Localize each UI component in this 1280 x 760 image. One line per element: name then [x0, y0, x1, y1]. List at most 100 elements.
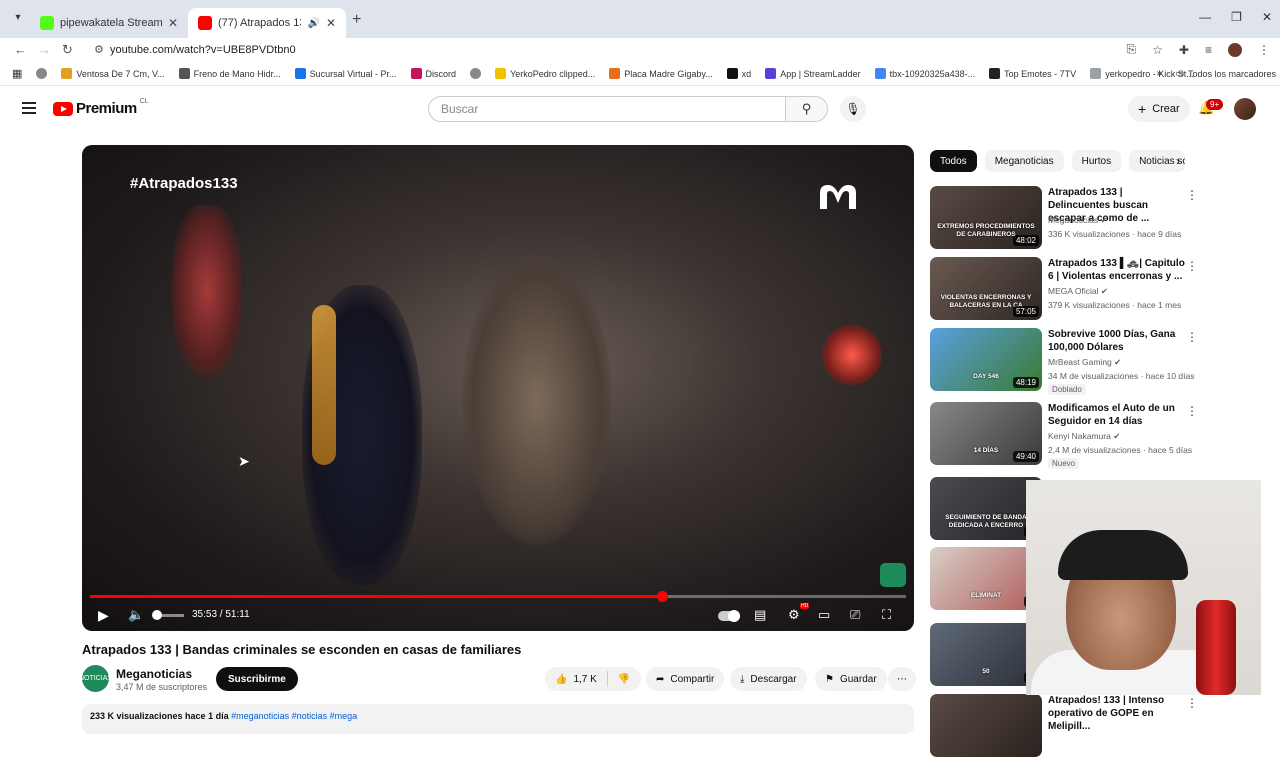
channel-name[interactable]: Meganoticias: [116, 667, 192, 681]
youtube-logo[interactable]: Premium CL: [53, 98, 149, 117]
close-tab-icon[interactable]: ✕: [326, 16, 336, 30]
recommended-video-title[interactable]: Atrapados! 133 | Intenso operativo de GO…: [1048, 694, 1186, 733]
browser-menu-icon[interactable]: ⋮: [1258, 43, 1270, 57]
volume-slider-handle[interactable]: [152, 610, 162, 620]
recommended-video[interactable]: 14 DÍAS 49:40 Modificamos el Auto de un Se…: [930, 402, 1200, 469]
search-input[interactable]: Buscar: [428, 96, 786, 122]
like-thumb-icon[interactable]: 👍: [555, 674, 567, 685]
recommended-video[interactable]: DAY 546 48:19 Sobrevive 1000 Días, Gana 10…: [930, 328, 1200, 395]
browser-tab-youtube[interactable]: (77) Atrapados 133 | Banda 🔊 ✕: [188, 8, 346, 38]
cast-icon[interactable]: ⎚: [850, 607, 860, 623]
bookmark-item[interactable]: Top Emotes - 7TV: [989, 68, 1076, 79]
logo-region: CL: [139, 98, 149, 105]
site-info-icon[interactable]: ⚙: [94, 43, 104, 56]
all-bookmarks[interactable]: ▭ Todos los marcadores: [1175, 68, 1276, 79]
bookmark-item[interactable]: YerkoPedro clipped...: [495, 68, 595, 79]
recommended-channel[interactable]: Kenyi Nakamura ✔: [1048, 431, 1120, 442]
filter-chip[interactable]: Meganoticias: [984, 150, 1064, 172]
bookmark-favicon-icon: [874, 68, 886, 79]
bookmark-favicon-icon: [470, 68, 482, 79]
new-tab-icon[interactable]: +: [352, 11, 361, 29]
close-tab-icon[interactable]: ✕: [168, 16, 178, 30]
create-button[interactable]: + Crear: [1128, 96, 1190, 122]
url-field[interactable]: ⚙ youtube.com/watch?v=UBE8PVDtbn0: [88, 39, 1118, 61]
fullscreen-icon[interactable]: ⛶: [882, 607, 891, 623]
bookmark-item[interactable]: xd: [726, 68, 751, 79]
download-icon: ⤓: [740, 673, 745, 685]
bookmark-item[interactable]: Freno de Mano Hidr...: [178, 68, 281, 79]
channel-avatar[interactable]: NOTICIAS: [79, 665, 112, 692]
recommended-channel[interactable]: MEGA Oficial ✔: [1048, 286, 1108, 297]
bookmark-item[interactable]: App | StreamLadder: [765, 68, 861, 79]
bookmark-item[interactable]: [36, 68, 48, 79]
back-icon[interactable]: ←: [14, 42, 27, 57]
like-count[interactable]: 1,7 K: [573, 674, 596, 685]
video-thumbnail[interactable]: VIOLENTAS ENCERRONAS Y BALACERAS EN LA C…: [930, 257, 1042, 320]
recommended-video[interactable]: EXTREMOS PROCEDIMIENTOS DE CARABINEROS 48…: [930, 186, 1200, 252]
browser-profile-avatar[interactable]: [1228, 42, 1242, 57]
volume-icon[interactable]: 🔈: [128, 607, 144, 623]
bookmark-item[interactable]: Sucursal Virtual - Pr...: [294, 68, 397, 79]
theater-mode-icon[interactable]: ▭: [818, 607, 830, 623]
settings-gear-icon[interactable]: ⚙: [788, 607, 800, 623]
bookmark-item[interactable]: tbx-10920325a438-...: [874, 68, 975, 79]
video-thumbnail[interactable]: DAY 546 48:19: [930, 328, 1042, 391]
minimize-icon[interactable]: —: [1199, 10, 1211, 24]
more-options-icon[interactable]: ⋮: [1186, 188, 1198, 202]
bookmark-item[interactable]: [470, 68, 482, 79]
filter-chip[interactable]: Todos: [930, 150, 977, 172]
account-avatar[interactable]: [1234, 98, 1256, 120]
forward-icon[interactable]: →: [38, 42, 51, 57]
bookmark-item[interactable]: Ventosa De 7 Cm, V...: [61, 68, 165, 79]
chevron-right-icon[interactable]: ›: [1176, 154, 1180, 168]
video-thumbnail[interactable]: 14 DÍAS 49:40: [930, 402, 1042, 465]
browser-tab-kick[interactable]: pipewakatela Stream - Watch L ✕: [30, 8, 188, 38]
recommended-video-title[interactable]: Atrapados 133 ▌🚓| Capitulo 6 | Violentas…: [1048, 257, 1186, 283]
menu-icon[interactable]: [22, 102, 36, 114]
recommended-channel[interactable]: MrBeast Gaming ✔: [1048, 357, 1121, 368]
filter-chip[interactable]: Hurtos: [1071, 150, 1122, 172]
bookmark-star-icon[interactable]: ☆: [1152, 43, 1163, 57]
channel-watermark-icon[interactable]: [880, 563, 906, 587]
more-actions-button[interactable]: ⋯: [888, 667, 916, 691]
subscribe-button[interactable]: Suscribirme: [216, 667, 298, 691]
more-options-icon[interactable]: ⋮: [1186, 404, 1198, 418]
description-box[interactable]: 233 K visualizaciones hace 1 día #megano…: [82, 704, 914, 734]
progress-bar[interactable]: [90, 591, 906, 602]
tab-search-chevron-icon[interactable]: ▾: [10, 12, 26, 28]
bookmark-item[interactable]: Placa Madre Gigaby...: [609, 68, 713, 79]
media-controls-icon[interactable]: ≡: [1205, 43, 1212, 57]
restore-icon[interactable]: ❐: [1231, 10, 1242, 24]
more-options-icon[interactable]: ⋮: [1186, 696, 1198, 710]
bookmark-favicon-icon: [294, 68, 306, 79]
bookmark-item[interactable]: Discord: [410, 68, 456, 79]
all-bookmarks-label: Todos los marcadores: [1187, 68, 1276, 79]
more-options-icon[interactable]: ⋮: [1186, 259, 1198, 273]
save-button[interactable]: ⚑ Guardar: [815, 667, 887, 691]
video-thumbnail[interactable]: EXTREMOS PROCEDIMIENTOS DE CARABINEROS 48…: [930, 186, 1042, 249]
apps-grid-icon[interactable]: ▦: [12, 67, 22, 80]
reload-icon[interactable]: ↻: [62, 42, 73, 58]
recommended-video[interactable]: VIOLENTAS ENCERRONAS Y BALACERAS EN LA C…: [930, 257, 1200, 323]
search-button[interactable]: ⚲: [786, 96, 828, 122]
video-thumbnail[interactable]: [930, 694, 1042, 757]
recommended-video[interactable]: Atrapados! 133 | Intenso operativo de GO…: [930, 694, 1200, 760]
speaker-icon[interactable]: 🔊: [307, 18, 319, 29]
recommended-video-title[interactable]: Sobrevive 1000 Días, Gana 100,000 Dólare…: [1048, 328, 1186, 354]
play-icon[interactable]: ▶: [98, 607, 109, 624]
time-display: 35:53 / 51:11: [192, 609, 250, 620]
bookmarks-overflow-icon[interactable]: »: [1156, 68, 1162, 79]
more-options-icon[interactable]: ⋮: [1186, 330, 1198, 344]
install-app-icon[interactable]: ⎘: [1127, 42, 1137, 57]
dislike-thumb-icon[interactable]: 👎: [618, 674, 630, 685]
recommended-video-title[interactable]: Modificamos el Auto de un Seguidor en 14…: [1048, 402, 1186, 428]
autoplay-toggle[interactable]: [718, 610, 740, 622]
video-player[interactable]: #Atrapados133 ➤ ▶ 🔈 35:53 / 51:11 ▤ ⚙ HD…: [82, 145, 914, 631]
extensions-icon[interactable]: ✚: [1179, 43, 1189, 57]
share-button[interactable]: ➦ Compartir: [646, 667, 725, 691]
voice-search-button[interactable]: 🎙: [840, 96, 866, 122]
recommended-channel[interactable]: Meganoticias ✔: [1048, 215, 1108, 226]
subtitles-icon[interactable]: ▤: [754, 607, 766, 623]
close-window-icon[interactable]: ✕: [1262, 10, 1272, 24]
download-button[interactable]: ⤓ Descargar: [730, 667, 807, 691]
